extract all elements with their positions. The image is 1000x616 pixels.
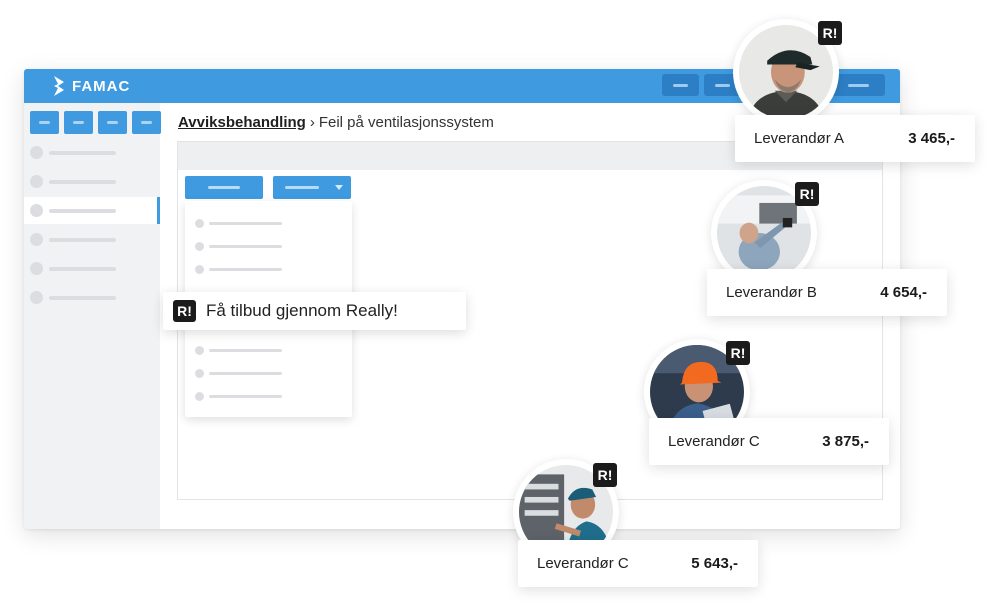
dropdown-menu-item[interactable] bbox=[185, 213, 352, 233]
sidebar-item[interactable] bbox=[24, 284, 160, 311]
menu-item-placeholder bbox=[209, 395, 282, 398]
supplier-price: 3 875,- bbox=[822, 433, 869, 450]
dropdown-menu-item[interactable] bbox=[185, 340, 352, 360]
sidebar-tab-2[interactable] bbox=[64, 111, 93, 134]
sidebar-item-icon bbox=[30, 204, 43, 217]
supplier-quote-card[interactable]: Leverandør C 5 643,- bbox=[518, 540, 758, 587]
sidebar-item-icon bbox=[30, 291, 43, 304]
menu-item-icon bbox=[195, 219, 204, 228]
supplier-quote-card[interactable]: Leverandør A 3 465,- bbox=[735, 115, 975, 162]
dropdown-menu-item[interactable] bbox=[185, 363, 352, 383]
breadcrumb-root-link[interactable]: Avviksbehandling bbox=[178, 114, 306, 131]
sidebar-tab-3[interactable] bbox=[98, 111, 127, 134]
sidebar-item-icon bbox=[30, 175, 43, 188]
really-logo-badge: R! bbox=[818, 21, 842, 45]
dropdown-menu-item[interactable] bbox=[185, 386, 352, 406]
menu-item-placeholder bbox=[209, 349, 282, 352]
supplier-quote-card[interactable]: Leverandør C 3 875,- bbox=[649, 418, 889, 465]
menu-item-placeholder bbox=[209, 222, 282, 225]
supplier-name: Leverandør B bbox=[726, 284, 817, 301]
sidebar-item-icon bbox=[30, 146, 43, 159]
sidebar-item-icon bbox=[30, 233, 43, 246]
really-logo-badge: R! bbox=[173, 300, 196, 322]
toolbar-button-1[interactable] bbox=[662, 74, 699, 96]
sidebar-item-icon bbox=[30, 262, 43, 275]
supplier-name: Leverandør C bbox=[668, 433, 760, 450]
sidebar-item-placeholder bbox=[49, 238, 116, 242]
primary-action-button[interactable] bbox=[185, 176, 263, 199]
menu-item-placeholder bbox=[209, 268, 282, 271]
sidebar-item[interactable] bbox=[24, 168, 160, 195]
sidebar-tab-4[interactable] bbox=[132, 111, 161, 134]
really-logo-badge: R! bbox=[795, 182, 819, 206]
sidebar-item-placeholder bbox=[49, 209, 116, 213]
dropdown-button-label-placeholder bbox=[285, 186, 319, 189]
menu-item-icon bbox=[195, 265, 204, 274]
chevron-down-icon bbox=[335, 185, 343, 190]
supplier-price: 3 465,- bbox=[908, 130, 955, 147]
really-logo-badge: R! bbox=[593, 463, 617, 487]
sidebar-item-placeholder bbox=[49, 151, 116, 155]
supplier-quote-card[interactable]: Leverandør B 4 654,- bbox=[707, 269, 947, 316]
sidebar-item-placeholder bbox=[49, 267, 116, 271]
supplier-price: 4 654,- bbox=[880, 284, 927, 301]
breadcrumb: Avviksbehandling › Feil på ventilasjonssys… bbox=[178, 114, 494, 131]
supplier-name: Leverandør C bbox=[537, 555, 629, 572]
callout-text: Få tilbud gjennom Really! bbox=[206, 301, 398, 320]
really-logo-badge: R! bbox=[726, 341, 750, 365]
app-name: FAMAC bbox=[72, 77, 131, 95]
sidebar-tab-1[interactable] bbox=[30, 111, 59, 134]
really-callout[interactable]: R! Få tilbud gjennom Really! bbox=[163, 292, 466, 330]
breadcrumb-current: Feil på ventilasjonssystem bbox=[318, 114, 494, 131]
sidebar-tabs bbox=[30, 111, 161, 134]
menu-item-icon bbox=[195, 346, 204, 355]
supplier-avatar: R! bbox=[733, 19, 842, 125]
sidebar-item[interactable] bbox=[24, 139, 160, 166]
supplier-name: Leverandør A bbox=[754, 130, 845, 147]
toolbar-button-3[interactable] bbox=[832, 74, 885, 96]
menu-item-icon bbox=[195, 242, 204, 251]
menu-item-placeholder bbox=[209, 372, 282, 375]
dropdown-menu-item[interactable] bbox=[185, 259, 352, 279]
sidebar bbox=[24, 103, 161, 529]
dropdown-button[interactable] bbox=[273, 176, 351, 199]
dropdown-menu-item[interactable] bbox=[185, 236, 352, 256]
supplier-price: 5 643,- bbox=[691, 555, 738, 572]
sidebar-item-active[interactable] bbox=[24, 197, 160, 224]
breadcrumb-separator: › bbox=[309, 114, 315, 131]
menu-item-placeholder bbox=[209, 245, 282, 248]
famac-logo-icon bbox=[54, 76, 64, 96]
famac-logo[interactable]: FAMAC bbox=[52, 76, 130, 96]
sidebar-item-placeholder bbox=[49, 296, 116, 300]
sidebar-item[interactable] bbox=[24, 255, 160, 282]
sidebar-item-placeholder bbox=[49, 180, 116, 184]
menu-item-icon bbox=[195, 369, 204, 378]
menu-item-icon bbox=[195, 392, 204, 401]
sidebar-item[interactable] bbox=[24, 226, 160, 253]
